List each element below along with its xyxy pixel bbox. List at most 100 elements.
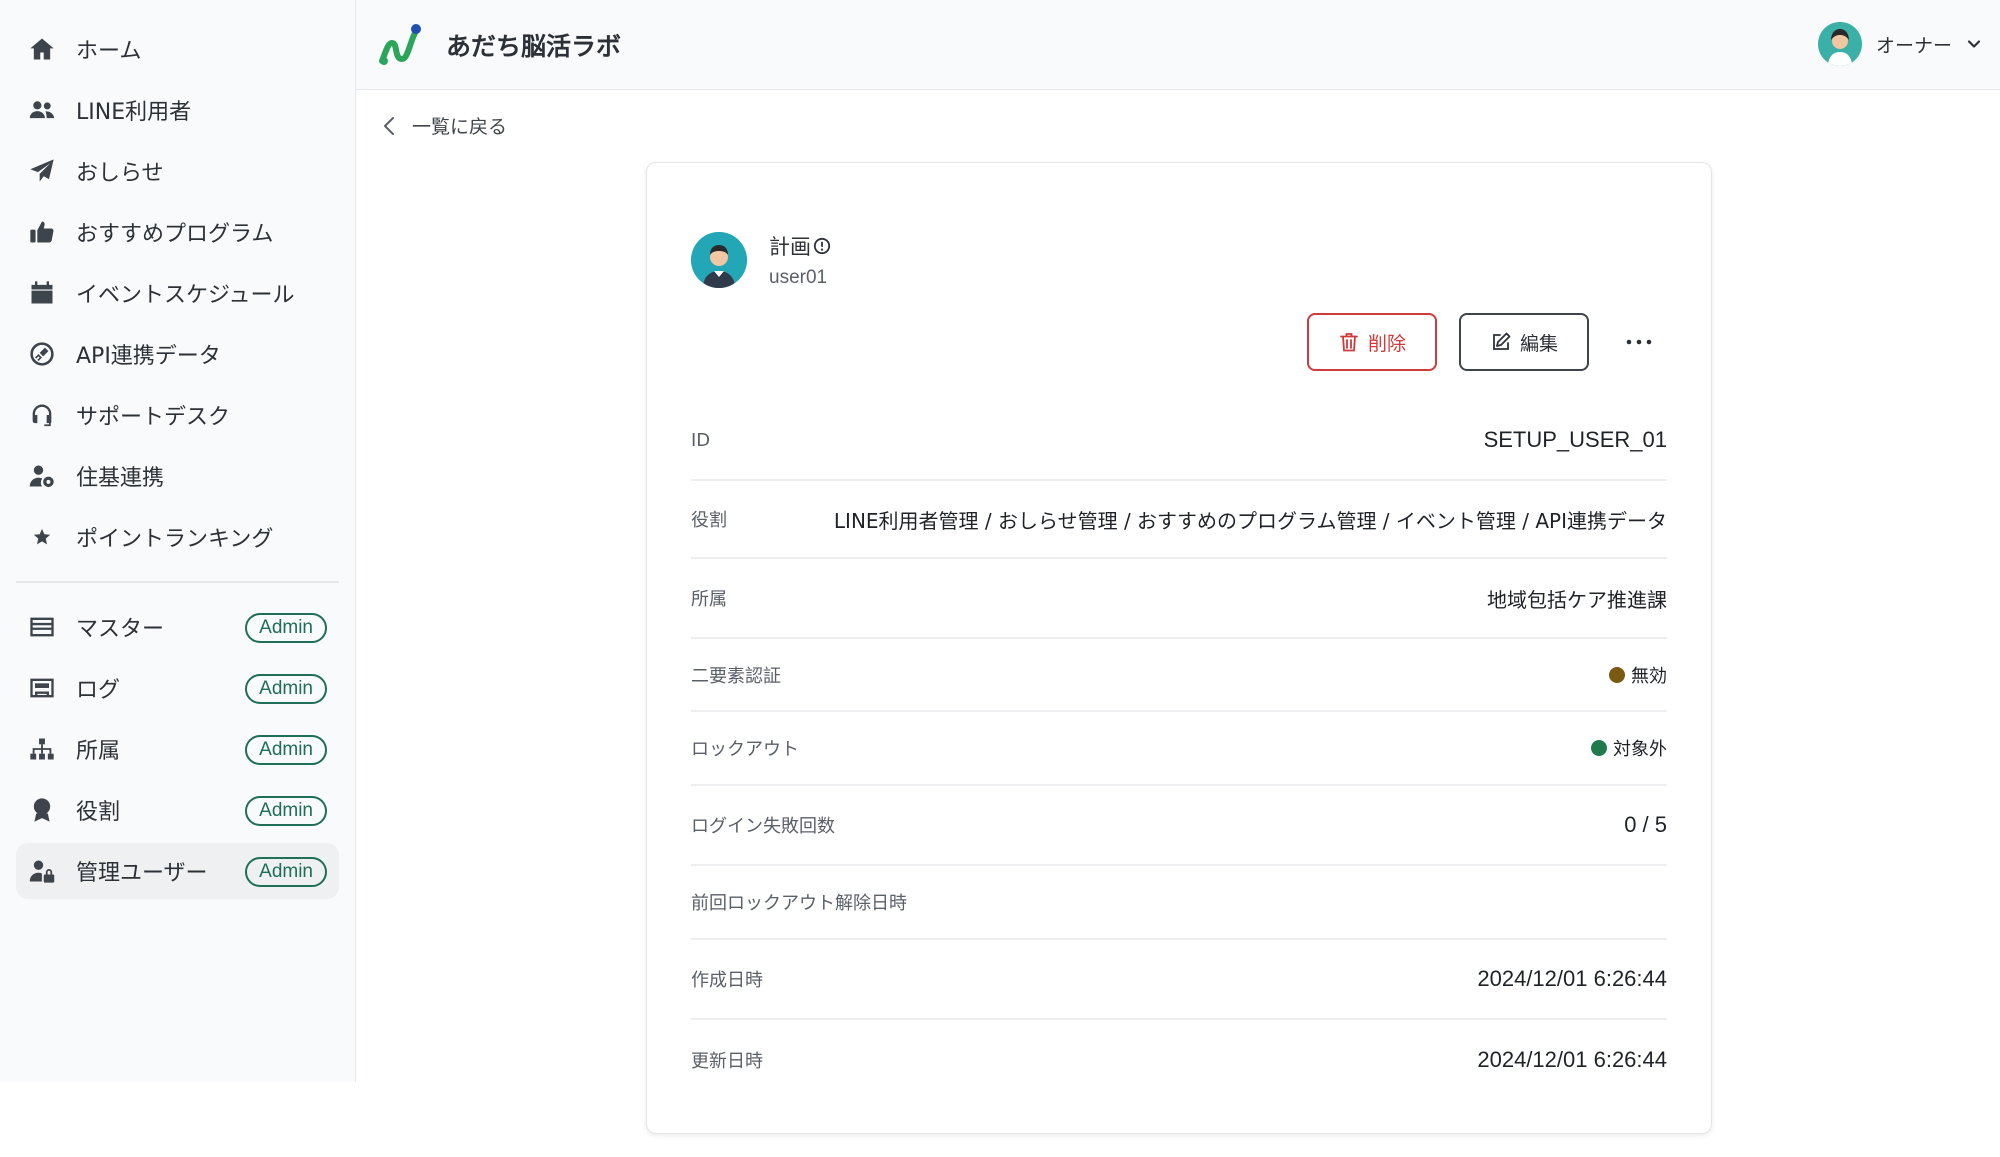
user-gear-icon <box>26 460 58 492</box>
card-actions: 削除 編集 <box>1307 313 1667 371</box>
user-display-name: 計画 <box>769 235 811 259</box>
field-label: 前回ロックアウト解除日時 <box>691 893 907 914</box>
field-label: 役割 <box>691 510 727 531</box>
admin-badge: Admin <box>245 735 327 765</box>
plug-icon <box>26 338 58 370</box>
sidebar-item-label: おしらせ <box>76 161 164 186</box>
field-value: 2024/12/01 6:26:44 <box>1477 966 1667 991</box>
sidebar-item-point-ranking[interactable]: ポイントランキング <box>16 509 339 565</box>
thumbs-up-icon <box>26 216 58 248</box>
sidebar-item-label: サポートデスク <box>76 405 231 430</box>
sidebar-item-label: イベントスケジュール <box>76 283 295 308</box>
field-row-updated-at: 更新日時 2024/12/01 6:26:44 <box>691 1020 1667 1100</box>
user-username: user01 <box>769 267 828 288</box>
field-row-last-unlock: 前回ロックアウト解除日時 <box>691 866 1667 940</box>
field-value: 0 / 5 <box>1624 812 1667 837</box>
field-value: 2024/12/01 6:26:44 <box>1477 1047 1667 1072</box>
sidebar-item-label: ポイントランキング <box>76 527 274 552</box>
field-row-lockout: ロックアウト 対象外 <box>691 712 1667 786</box>
sidebar-item-api-data[interactable]: API連携データ <box>16 326 339 382</box>
field-value: 地域包括ケア推進課 <box>1487 587 1667 612</box>
sidebar-item-home[interactable]: ホーム <box>16 21 339 77</box>
field-label: 作成日時 <box>691 970 763 991</box>
brand-logo-icon[interactable] <box>376 21 424 69</box>
status-badge: 対象外 <box>1591 735 1667 761</box>
delete-button[interactable]: 削除 <box>1307 313 1437 371</box>
admin-badge: Admin <box>245 857 327 887</box>
award-icon <box>26 794 58 826</box>
calendar-icon <box>26 277 58 309</box>
user-lock-icon <box>26 855 58 887</box>
sidebar-item-news[interactable]: おしらせ <box>16 143 339 199</box>
field-label: ID <box>691 429 711 451</box>
profile-name-row: 計画 <box>769 231 831 261</box>
admin-badge: Admin <box>245 613 327 643</box>
field-row-created-at: 作成日時 2024/12/01 6:26:44 <box>691 940 1667 1020</box>
headset-icon <box>26 399 58 431</box>
sidebar: ホーム LINE利用者 おしらせ おすすめプログラム イベントスケジュール AP… <box>0 0 356 1082</box>
admin-badge: Admin <box>245 796 327 826</box>
account-avatar <box>1817 22 1862 66</box>
edit-button-label: 編集 <box>1519 333 1558 355</box>
chevron-left-icon <box>384 116 394 135</box>
field-value: 対象外 <box>1613 739 1667 760</box>
user-detail-fields: ID SETUP_USER_01 役割 LINE利用者管理 / おしらせ管理 /… <box>691 401 1667 1100</box>
status-dot <box>1609 666 1625 683</box>
users-icon <box>26 94 58 126</box>
sidebar-item-affiliation[interactable]: 所属 Admin <box>16 721 339 777</box>
field-value: 無効 <box>1631 665 1667 687</box>
sidebar-item-logs[interactable]: ログ Admin <box>16 660 339 716</box>
paper-plane-icon <box>26 155 58 187</box>
field-label: 更新日時 <box>691 1051 763 1072</box>
field-label: 二要素認証 <box>691 665 781 687</box>
list-icon <box>26 611 58 643</box>
sidebar-item-support[interactable]: サポートデスク <box>16 387 339 443</box>
sidebar-item-master[interactable]: マスター Admin <box>16 599 339 655</box>
sitemap-icon <box>26 733 58 765</box>
top-header: あだち脳活ラボ オーナー <box>356 0 2000 90</box>
admin-badge: Admin <box>245 674 327 704</box>
more-options-button[interactable] <box>1611 313 1667 371</box>
delete-button-label: 削除 <box>1367 333 1406 355</box>
back-link-label: 一覧に戻る <box>412 116 508 138</box>
field-row-login-failures: ログイン失敗回数 0 / 5 <box>691 786 1667 866</box>
edit-icon <box>1493 332 1511 350</box>
field-row-id: ID SETUP_USER_01 <box>691 401 1667 481</box>
field-row-affiliation: 所属 地域包括ケア推進課 <box>691 559 1667 639</box>
sidebar-item-line-users[interactable]: LINE利用者 <box>16 82 339 138</box>
avatar <box>691 232 747 288</box>
field-label: 所属 <box>691 589 727 610</box>
status-dot <box>1591 740 1607 756</box>
sidebar-item-label: LINE利用者 <box>76 100 192 125</box>
field-row-two-factor: 二要素認証 無効 <box>691 639 1667 712</box>
sidebar-item-label: ホーム <box>76 39 142 64</box>
profile-text: 計画 user01 <box>769 231 831 289</box>
sidebar-item-events[interactable]: イベントスケジュール <box>16 265 339 321</box>
brand-name[interactable]: あだち脳活ラボ <box>446 27 621 63</box>
edit-button[interactable]: 編集 <box>1459 313 1589 371</box>
sidebar-item-label: おすすめプログラム <box>76 222 274 247</box>
home-icon <box>26 33 58 65</box>
sidebar-item-admin-users[interactable]: 管理ユーザー Admin <box>16 843 339 899</box>
sidebar-nav: ホーム LINE利用者 おしらせ おすすめプログラム イベントスケジュール AP… <box>0 0 355 899</box>
user-profile: 計画 user01 <box>691 231 831 289</box>
info-icon[interactable] <box>813 237 831 255</box>
log-icon <box>26 672 58 704</box>
user-detail-card: 計画 user01 削除 編集 ID SETUP_USER_01 役割 LINE… <box>646 162 1712 1134</box>
field-label: ロックアウト <box>691 739 799 760</box>
sidebar-item-label: API連携データ <box>76 344 221 369</box>
field-value: LINE利用者管理 / おしらせ管理 / おすすめのプログラム管理 / イベント… <box>833 508 1667 533</box>
field-value: SETUP_USER_01 <box>1483 427 1667 452</box>
sidebar-item-resident-link[interactable]: 住基連携 <box>16 448 339 504</box>
ellipsis-icon <box>1626 339 1652 345</box>
chevron-down-icon <box>1967 40 1981 48</box>
main-content: 一覧に戻る 計画 user01 削除 編集 ID SETUP_USER_01 役… <box>356 90 2000 1157</box>
trash-icon <box>1340 333 1358 352</box>
star-icon <box>26 521 58 553</box>
account-menu[interactable]: オーナー <box>1817 22 1982 66</box>
sidebar-item-programs[interactable]: おすすめプログラム <box>16 204 339 260</box>
status-badge: 無効 <box>1609 662 1667 688</box>
sidebar-item-label: 住基連携 <box>76 466 165 491</box>
back-to-list-link[interactable]: 一覧に戻る <box>382 112 507 139</box>
sidebar-item-roles[interactable]: 役割 Admin <box>16 782 339 838</box>
